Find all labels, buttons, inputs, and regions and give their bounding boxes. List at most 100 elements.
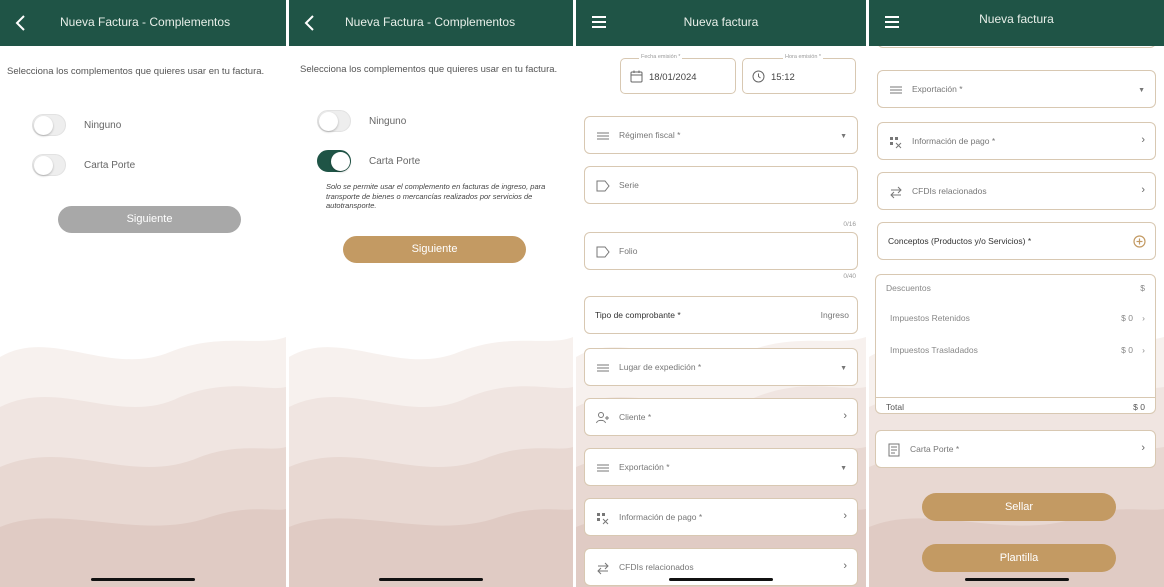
back-arrow-icon[interactable] [14,14,28,32]
screen-nueva-factura-bottom: Nueva factura Exportación * ▼ Informació… [869,0,1164,587]
exportacion-select[interactable]: Exportación * ▼ [877,70,1156,108]
informacion-pago-label: Información de pago * [912,136,996,146]
regimen-fiscal-label: Régimen fiscal * [619,130,681,140]
descuentos-label: Descuentos [886,283,931,293]
divider [876,397,1155,398]
carta-porte-field[interactable]: Carta Porte * › [875,430,1156,468]
toggle-carta-porte[interactable] [32,154,66,176]
chevron-down-icon: ▼ [840,133,847,140]
chevron-right-icon: › [1142,345,1145,355]
toggle-label-ninguno: Ninguno [84,120,122,131]
informacion-pago-label: Información de pago * [619,512,703,522]
fecha-emision-field[interactable]: Fecha emisión * 18/01/2024 [620,54,736,94]
chevron-down-icon: ▼ [840,465,847,472]
exportacion-label: Exportación * [619,462,670,472]
chevron-down-icon: ▼ [840,365,847,372]
impuestos-trasladados-label: Impuestos Trasladados [890,345,978,355]
chevron-right-icon: › [843,560,847,572]
cfdis-relacionados-field[interactable]: CFDIs relacionados › [877,172,1156,210]
serie-label: Serie [619,180,639,190]
tag-icon [596,246,610,258]
tipo-comprobante-value: Ingreso [820,310,849,320]
toggle-ninguno[interactable] [317,110,351,132]
add-person-icon [596,412,609,424]
total-value: $ 0 [1133,402,1145,412]
descuentos-value: $ [1140,283,1145,293]
add-circle-icon[interactable] [1133,235,1146,248]
payment-grid-icon [597,513,609,525]
lugar-expedicion-label: Lugar de expedición * [619,362,702,372]
hora-emision-label: Hora emisión * [783,54,824,60]
app-header: Nueva factura [869,0,1164,46]
toggle-label-ninguno: Ninguno [369,116,407,127]
tipo-comprobante-field[interactable]: Tipo de comprobante * Ingreso [584,296,858,334]
descuentos-row: Descuentos $ [886,283,1145,293]
plantilla-button[interactable]: Plantilla [922,544,1116,572]
total-row: Total $ 0 [886,402,1145,412]
informacion-pago-field[interactable]: Información de pago * › [584,498,858,536]
toggle-carta-porte[interactable] [317,150,351,172]
impuestos-retenidos-value: $ 0 [1121,313,1133,323]
impuestos-retenidos-label: Impuestos Retenidos [890,313,970,323]
toggle-label-carta-porte: Carta Porte [369,156,421,167]
app-header: Nueva Factura - Complementos [289,0,573,46]
clock-icon [752,70,765,83]
toggle-label-carta-porte: Carta Porte [84,160,136,171]
cliente-label: Cliente * [619,412,652,422]
tag-icon [596,180,610,192]
tipo-comprobante-label: Tipo de comprobante * [595,310,681,320]
fecha-emision-value: 18/01/2024 [649,72,697,83]
form-content: Exportación * ▼ Información de pago * › … [869,30,1164,587]
chevron-right-icon: › [1141,184,1145,196]
page-title: Nueva factura [683,15,759,29]
next-button[interactable]: Siguiente [343,236,526,263]
hora-emision-field[interactable]: Hora emisión * 15:12 [742,54,856,94]
list-icon [597,464,609,472]
informacion-pago-field[interactable]: Información de pago * › [877,122,1156,160]
cfdis-relacionados-label: CFDIs relacionados [912,186,987,196]
sellar-button[interactable]: Sellar [922,493,1116,521]
chevron-right-icon: › [1142,313,1145,323]
instructions-text: Selecciona los complementos que quieres … [300,64,558,75]
app-header: Nueva factura [576,0,866,46]
home-indicator [91,578,195,581]
serie-input[interactable]: Serie [584,166,858,204]
cliente-field[interactable]: Cliente * › [584,398,858,436]
regimen-fiscal-select[interactable]: Régimen fiscal * ▼ [584,116,858,154]
conceptos-field[interactable]: Conceptos (Productos y/o Servicios) * [877,222,1156,260]
chevron-right-icon: › [1141,134,1145,146]
page-title: Nueva Factura - Complementos [60,15,231,29]
toggle-ninguno[interactable] [32,114,66,136]
exportacion-label: Exportación * [912,84,963,94]
page-title: Nueva Factura - Complementos [345,15,516,29]
fecha-emision-label: Fecha emisión * [639,54,683,60]
lugar-expedicion-select[interactable]: Lugar de expedición * ▼ [584,348,858,386]
impuestos-trasladados-row[interactable]: Impuestos Trasladados $ 0 › [890,345,1145,355]
back-arrow-icon[interactable] [303,14,317,32]
content: Selecciona los complementos que quieres … [289,46,573,587]
impuestos-retenidos-row[interactable]: Impuestos Retenidos $ 0 › [890,313,1145,323]
exportacion-select[interactable]: Exportación * ▼ [584,448,858,486]
list-icon [597,364,609,372]
chevron-right-icon: › [843,410,847,422]
content: Selecciona los complementos que quieres … [0,46,286,587]
toggle-knob [319,112,338,131]
conceptos-label: Conceptos (Productos y/o Servicios) * [888,236,1032,246]
toggle-knob [331,152,350,171]
screen-complementos-empty: Nueva Factura - Complementos Selecciona … [0,0,286,587]
app-header: Nueva Factura - Complementos [0,0,286,46]
hora-emision-value: 15:12 [771,72,795,83]
next-button[interactable]: Siguiente [58,206,241,233]
impuestos-trasladados-value: $ 0 [1121,345,1133,355]
folio-input[interactable]: Folio [584,232,858,270]
folio-counter: 0/40 [843,273,856,280]
serie-counter: 0/16 [843,221,856,228]
folio-label: Folio [619,246,638,256]
total-label: Total [886,402,904,412]
instructions-text: Selecciona los complementos que quieres … [7,66,265,77]
payment-grid-icon [890,137,902,149]
home-indicator [379,578,483,581]
chevron-right-icon: › [1141,442,1145,454]
carta-porte-label: Carta Porte * [910,444,960,454]
page-title: Nueva factura [979,12,1054,26]
